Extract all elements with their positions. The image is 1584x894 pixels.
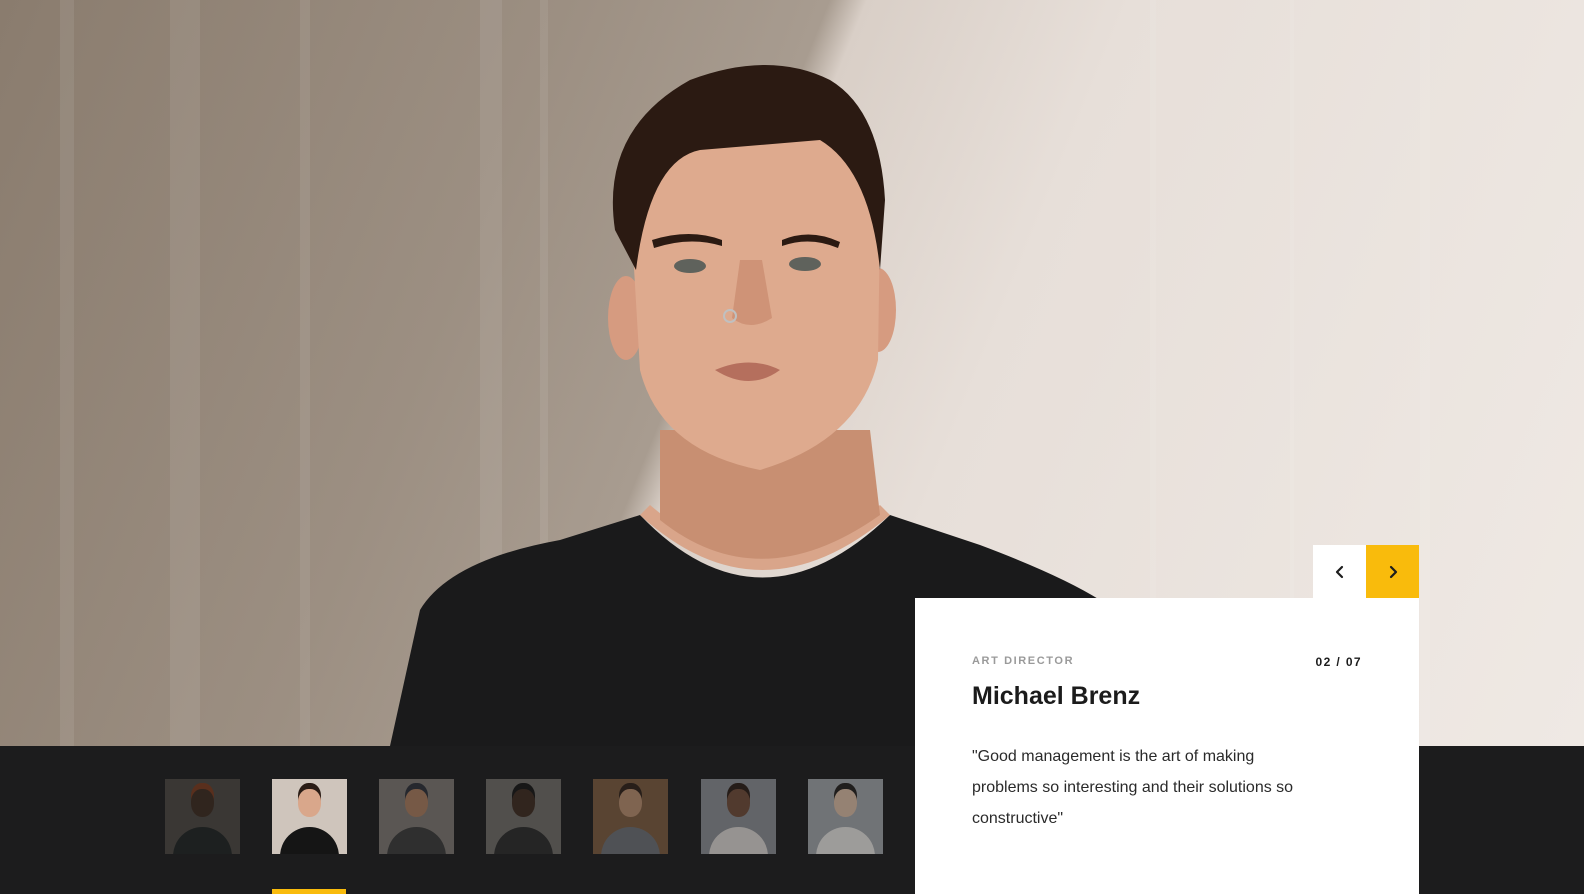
chevron-left-icon: [1335, 565, 1343, 578]
thumbnail-dim-overlay: [379, 779, 454, 854]
thumbnail-7[interactable]: [808, 779, 883, 854]
thumbnail-2[interactable]: [272, 779, 347, 854]
thumbnail-head: [298, 789, 321, 817]
thumbnail-1[interactable]: [165, 779, 240, 854]
person-name: Michael Brenz: [972, 682, 1141, 710]
thumbnail-dim-overlay: [486, 779, 561, 854]
testimonial-card: ART DIRECTOR 02 / 07 Michael Brenz "Good…: [915, 598, 1419, 894]
chevron-right-icon: [1389, 565, 1397, 578]
thumbnail-4[interactable]: [486, 779, 561, 854]
next-button[interactable]: [1366, 545, 1419, 598]
thumbnail-dim-overlay: [808, 779, 883, 854]
slide-counter: 02 / 07: [1315, 655, 1362, 669]
previous-button[interactable]: [1313, 545, 1366, 598]
testimonial-quote: "Good management is the art of making pr…: [972, 748, 1294, 827]
thumbnail-6[interactable]: [701, 779, 776, 854]
job-title: ART DIRECTOR: [972, 655, 1075, 667]
thumbnail-dim-overlay: [593, 779, 668, 854]
thumbnail-5[interactable]: [593, 779, 668, 854]
active-thumbnail-indicator: [272, 889, 346, 894]
thumbnail-3[interactable]: [379, 779, 454, 854]
thumbnail-dim-overlay: [165, 779, 240, 854]
thumbnail-dim-overlay: [701, 779, 776, 854]
